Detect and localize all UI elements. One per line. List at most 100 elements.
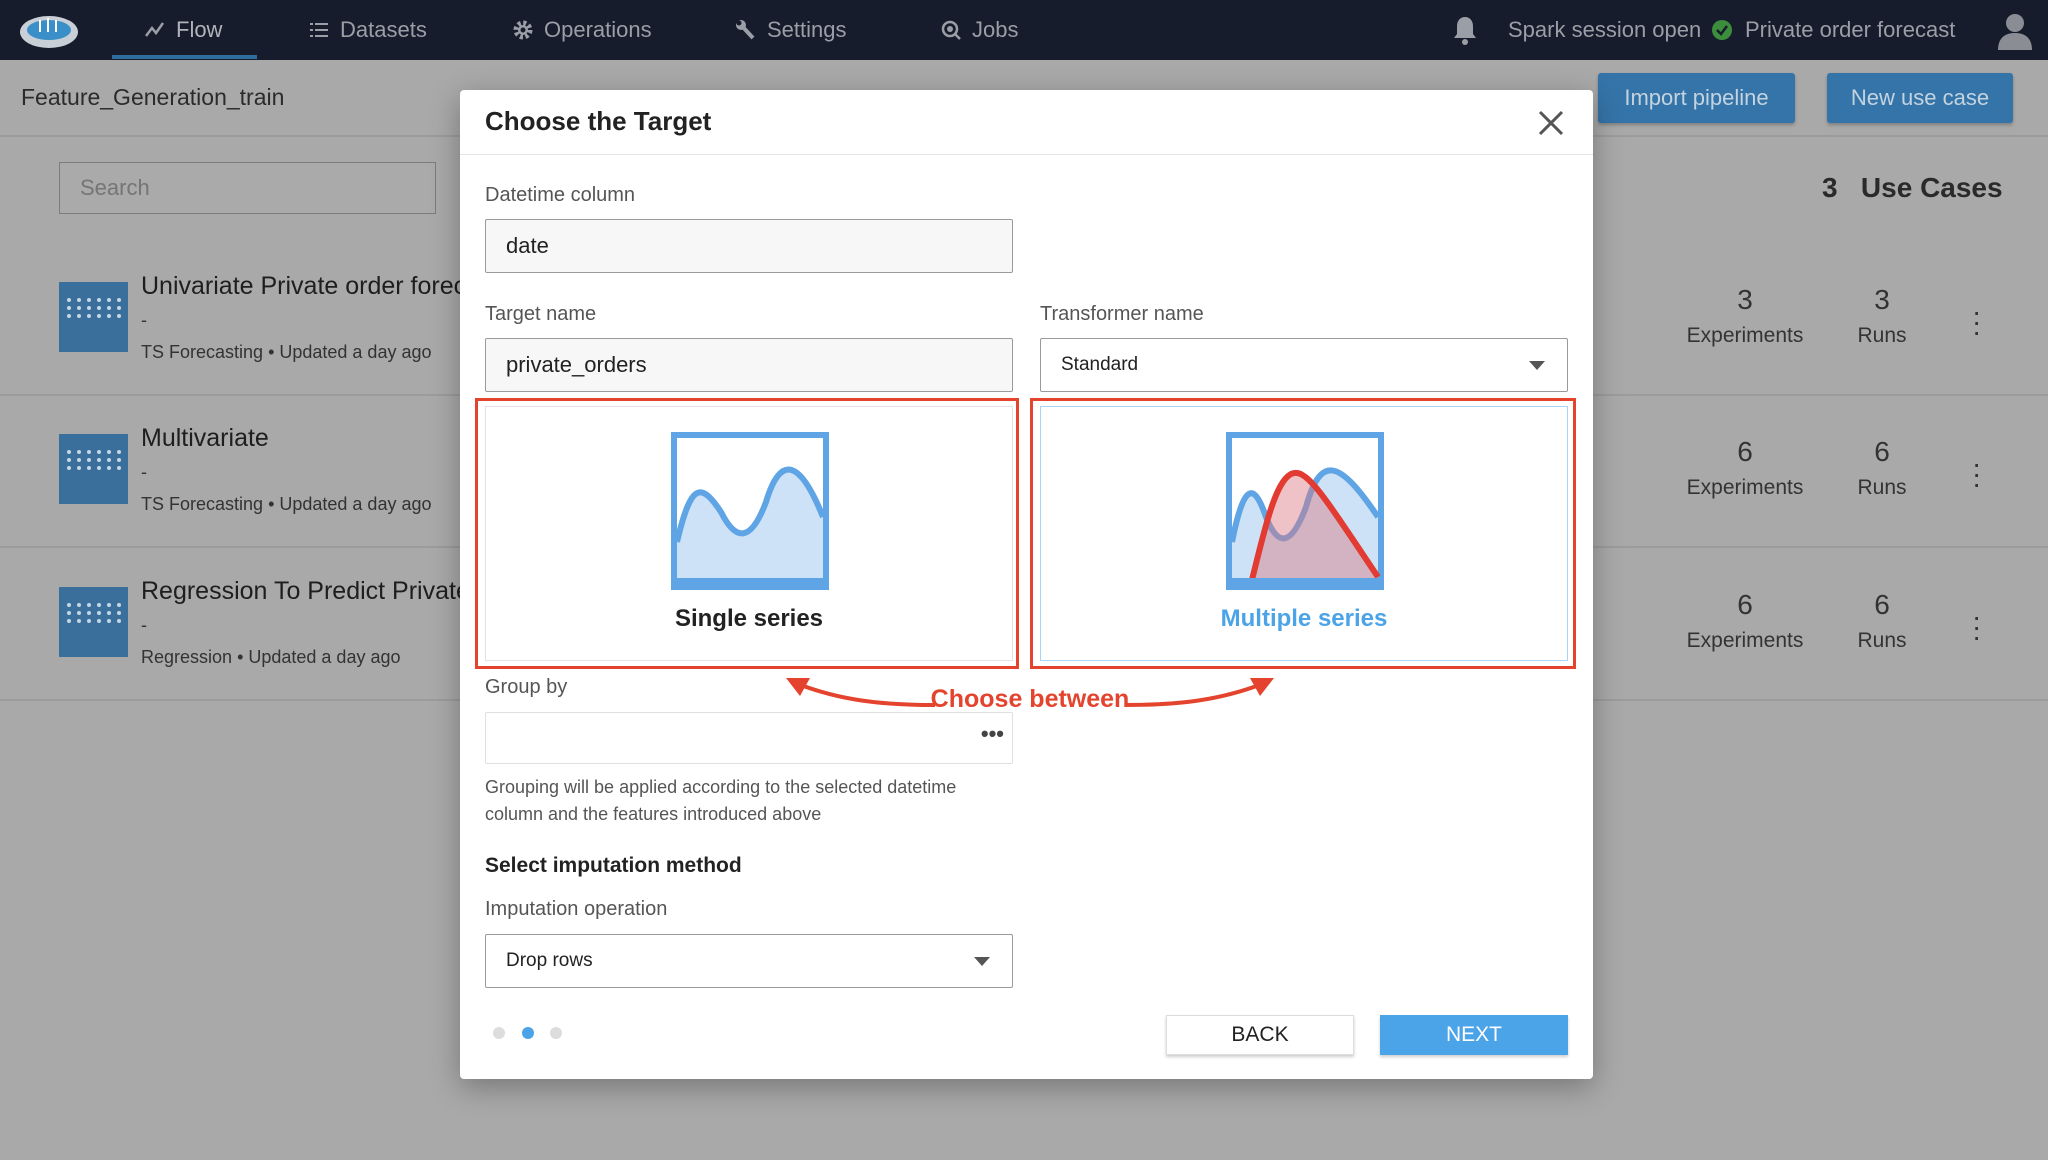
nav-flow[interactable]: Flow (144, 0, 222, 60)
chevron-down-icon (974, 957, 990, 966)
next-button[interactable]: NEXT (1380, 1015, 1568, 1055)
session-status: Spark session open (1508, 0, 1733, 60)
single-series-label: Single series (674, 605, 824, 632)
experiments-stat: 3 Experiments (1675, 284, 1815, 348)
experiments-stat: 6 Experiments (1675, 436, 1815, 500)
import-pipeline-button[interactable]: Import pipeline (1598, 73, 1795, 123)
nav-label: Flow (176, 17, 223, 42)
use-case-type: TS Forecasting (141, 494, 264, 514)
session-status-text: Spark session open (1508, 17, 1702, 42)
use-case-description: - (141, 615, 147, 635)
use-case-meta: Regression • Updated a day ago (141, 647, 401, 668)
dialog-title: Choose the Target (485, 106, 712, 136)
transformer-name-label: Transformer name (1040, 303, 1204, 325)
imputation-label: Imputation operation (485, 898, 668, 920)
use-case-title[interactable]: Univariate Private order forec (141, 272, 466, 301)
runs-count: 3 (1874, 284, 1890, 315)
use-case-type: TS Forecasting (141, 342, 264, 362)
active-tab-indicator (112, 55, 257, 59)
use-case-icon (59, 282, 128, 352)
project-name-text: Private order forecast (1745, 17, 1956, 42)
step-dot-3[interactable] (550, 1027, 562, 1039)
target-name-label: Target name (485, 303, 597, 325)
nav-label: Settings (767, 17, 847, 42)
use-case-updated: • Updated a day ago (268, 494, 432, 514)
runs-count: 6 (1874, 589, 1890, 620)
experiments-count: 3 (1737, 284, 1753, 315)
search-input[interactable] (59, 162, 436, 214)
count-number: 3 (1822, 172, 1838, 203)
runs-stat: 6 Runs (1812, 589, 1952, 653)
new-use-case-button[interactable]: New use case (1827, 73, 2013, 123)
hint-line: column and the features introduced above (485, 804, 822, 824)
hint-line: Grouping will be applied according to th… (485, 777, 957, 797)
top-navbar: Flow Datasets Operations Settings Jobs S… (0, 0, 2048, 60)
more-icon[interactable]: ••• (981, 721, 1004, 747)
nav-jobs[interactable]: Jobs (940, 0, 1018, 60)
nav-label: Jobs (972, 17, 1019, 42)
annotation-label: Choose between (930, 685, 1130, 713)
imputation-select[interactable]: Drop rows (485, 934, 1013, 988)
runs-label: Runs (1857, 629, 1907, 652)
runs-stat: 3 Runs (1812, 284, 1952, 348)
use-case-count: 3 Use Cases (1822, 172, 2003, 204)
group-by-hint: Grouping will be applied according to th… (485, 774, 956, 828)
use-case-meta: TS Forecasting • Updated a day ago (141, 342, 432, 363)
wrench-icon (736, 20, 755, 40)
jobs-icon (941, 20, 961, 40)
datetime-label: Datetime column (485, 184, 636, 206)
target-name-input[interactable]: private_orders (485, 338, 1013, 392)
gear-icon (513, 20, 533, 40)
app-logo[interactable] (18, 8, 80, 52)
runs-count: 6 (1874, 436, 1890, 467)
dots-chart-icon (67, 450, 121, 470)
multiple-series-card[interactable]: Multiple series (1040, 406, 1568, 661)
divider (460, 154, 1593, 155)
experiments-count: 6 (1737, 589, 1753, 620)
back-button[interactable]: BACK (1166, 1015, 1354, 1055)
use-case-title[interactable]: Regression To Predict Private (141, 577, 470, 606)
transformer-select[interactable]: Standard (1040, 338, 1568, 392)
close-icon[interactable] (1538, 110, 1564, 136)
single-series-card[interactable]: Single series (485, 406, 1013, 661)
list-icon (310, 23, 328, 37)
nav-label: Operations (544, 17, 652, 42)
use-case-type: Regression (141, 647, 233, 667)
multiple-series-icon (1226, 432, 1384, 590)
kebab-menu-icon[interactable]: · · · (1972, 450, 1981, 498)
transformer-value: Standard (1061, 354, 1139, 375)
page-title: Feature_Generation_train (21, 84, 285, 110)
nav-label: Datasets (340, 17, 427, 42)
datetime-column-input[interactable]: date (485, 219, 1013, 273)
experiments-stat: 6 Experiments (1675, 589, 1815, 653)
experiments-label: Experiments (1686, 476, 1804, 499)
bell-icon[interactable] (1452, 14, 1478, 46)
dots-chart-icon (67, 603, 121, 623)
choose-target-dialog: Choose the Target Datetime column date T… (460, 90, 1593, 1079)
single-series-icon (671, 432, 829, 590)
use-case-title[interactable]: Multivariate (141, 424, 269, 453)
nav-settings[interactable]: Settings (735, 0, 847, 60)
kebab-menu-icon[interactable]: · · · (1972, 298, 1981, 346)
step-dot-2-active[interactable] (522, 1027, 534, 1039)
nav-operations[interactable]: Operations (512, 0, 652, 60)
user-avatar-icon[interactable] (1995, 10, 2035, 50)
kebab-menu-icon[interactable]: · · · (1972, 603, 1981, 651)
imputation-value: Drop rows (506, 950, 593, 971)
step-dot-1[interactable] (493, 1027, 505, 1039)
use-case-description: - (141, 310, 147, 330)
runs-label: Runs (1857, 324, 1907, 347)
project-name[interactable]: Private order forecast (1745, 0, 1955, 60)
runs-stat: 6 Runs (1812, 436, 1952, 500)
group-by-label: Group by (485, 676, 568, 698)
group-by-input[interactable]: ••• (485, 712, 1013, 764)
dots-chart-icon (67, 298, 121, 318)
trend-icon (145, 22, 165, 37)
multiple-series-label: Multiple series (1220, 605, 1388, 632)
chevron-down-icon (1529, 361, 1545, 370)
use-case-meta: TS Forecasting • Updated a day ago (141, 494, 432, 515)
runs-label: Runs (1857, 476, 1907, 499)
nav-datasets[interactable]: Datasets (308, 0, 427, 60)
experiments-count: 6 (1737, 436, 1753, 467)
use-case-icon (59, 434, 128, 504)
